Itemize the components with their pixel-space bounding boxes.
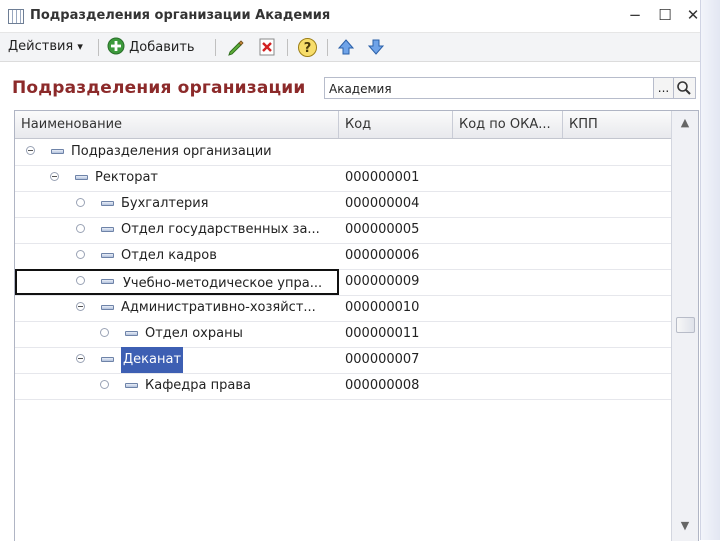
table-row[interactable]: Подразделения организации bbox=[15, 139, 671, 166]
catalog-icon bbox=[8, 9, 24, 24]
name-cell[interactable]: Отдел охраны bbox=[15, 321, 339, 347]
delete-button[interactable] bbox=[257, 37, 277, 57]
window-edge bbox=[700, 0, 720, 540]
svg-text:?: ? bbox=[304, 41, 312, 56]
departments-table: Наименование Код Код по ОКА... КПП Подра… bbox=[14, 110, 699, 541]
scroll-down-icon[interactable]: ▼ bbox=[678, 519, 692, 533]
arrow-down-icon bbox=[367, 39, 385, 55]
code-cell: 000000008 bbox=[345, 378, 420, 393]
organization-search-button[interactable] bbox=[674, 77, 696, 99]
department-name: Кафедра права bbox=[145, 378, 251, 393]
chevron-down-icon: ▾ bbox=[77, 40, 83, 53]
department-name: Подразделения организации bbox=[71, 144, 272, 159]
code-cell: 000000005 bbox=[345, 222, 420, 237]
window-title: Подразделения организации Академия bbox=[30, 8, 331, 23]
table-row[interactable]: Отдел охраны 000000011 bbox=[15, 321, 671, 348]
add-button[interactable]: Добавить bbox=[107, 37, 195, 57]
title-bar: Подразделения организации Академия − ☐ ✕ bbox=[0, 0, 700, 33]
code-cell: 000000001 bbox=[345, 170, 420, 185]
page-title: Подразделения организации bbox=[12, 78, 306, 98]
delete-icon bbox=[259, 38, 275, 56]
table-row[interactable]: Отдел государственных за... 000000005 bbox=[15, 217, 671, 244]
level-down-button[interactable] bbox=[366, 37, 386, 57]
minimize-button[interactable]: − bbox=[626, 6, 644, 24]
vertical-scrollbar[interactable]: ▲ ▼ bbox=[671, 111, 698, 541]
name-cell[interactable]: Отдел государственных за... bbox=[15, 217, 339, 243]
name-cell[interactable]: Учебно-методическое упра... bbox=[15, 269, 339, 295]
name-cell[interactable]: Ректорат bbox=[15, 165, 339, 191]
code-cell bbox=[345, 139, 455, 165]
organization-field[interactable]: Академия bbox=[324, 77, 654, 99]
code-cell: 000000011 bbox=[345, 326, 420, 341]
department-name: Учебно-методическое упра... bbox=[123, 276, 323, 291]
table-row[interactable]: Кафедра права 000000008 bbox=[15, 373, 671, 400]
code-cell: 000000007 bbox=[345, 352, 420, 367]
department-name: Административно-хозяйст... bbox=[121, 300, 316, 315]
toolbar-divider bbox=[327, 39, 328, 56]
table-row[interactable]: Бухгалтерия 000000004 bbox=[15, 191, 671, 218]
department-name: Деканат bbox=[121, 347, 184, 373]
column-header-kpp[interactable]: КПП bbox=[563, 111, 671, 138]
name-cell[interactable]: Деканат bbox=[15, 347, 339, 373]
add-icon bbox=[107, 37, 125, 55]
scroll-up-icon[interactable]: ▲ bbox=[678, 116, 692, 130]
name-cell[interactable]: Отдел кадров bbox=[15, 243, 339, 269]
code-cell: 000000010 bbox=[345, 300, 420, 315]
code-cell: 000000006 bbox=[345, 248, 420, 263]
help-button[interactable]: ? bbox=[297, 37, 317, 57]
toolbar: Действия ▾ Добавить ? bbox=[0, 33, 700, 62]
table-row[interactable]: Учебно-методическое упра... 000000009 bbox=[15, 269, 671, 296]
name-cell[interactable]: Кафедра права bbox=[15, 373, 339, 399]
department-name: Отдел кадров bbox=[121, 248, 217, 263]
department-name: Отдел охраны bbox=[145, 326, 243, 341]
department-name: Отдел государственных за... bbox=[121, 222, 320, 237]
catalog-window: Подразделения организации Академия − ☐ ✕… bbox=[0, 0, 700, 541]
name-cell[interactable]: Подразделения организации bbox=[15, 139, 339, 165]
toolbar-divider bbox=[98, 39, 99, 56]
actions-label: Действия bbox=[8, 39, 74, 54]
department-name: Ректорат bbox=[95, 170, 159, 185]
form-header: Подразделения организации Академия ... bbox=[0, 62, 700, 108]
actions-menu[interactable]: Действия ▾ bbox=[8, 37, 83, 57]
table-header: Наименование Код Код по ОКА... КПП bbox=[15, 111, 671, 139]
pencil-icon bbox=[228, 40, 244, 56]
table-row[interactable]: Административно-хозяйст... 000000010 bbox=[15, 295, 671, 322]
code-cell: 000000004 bbox=[345, 196, 420, 211]
name-cell[interactable]: Административно-хозяйст... bbox=[15, 295, 339, 321]
search-icon bbox=[677, 81, 691, 95]
code-cell: 000000009 bbox=[345, 274, 420, 289]
table-row[interactable]: Ректорат 000000001 bbox=[15, 165, 671, 192]
scrollbar-thumb[interactable] bbox=[676, 317, 695, 333]
name-cell[interactable]: Бухгалтерия bbox=[15, 191, 339, 217]
add-label: Добавить bbox=[129, 40, 195, 55]
department-name: Бухгалтерия bbox=[121, 196, 209, 211]
column-header-okato[interactable]: Код по ОКА... bbox=[453, 111, 563, 138]
edit-button[interactable] bbox=[226, 37, 246, 57]
column-header-name[interactable]: Наименование bbox=[15, 111, 339, 138]
toolbar-divider bbox=[215, 39, 216, 56]
maximize-button[interactable]: ☐ bbox=[656, 6, 674, 24]
toolbar-divider bbox=[287, 39, 288, 56]
column-header-code[interactable]: Код bbox=[339, 111, 453, 138]
table-row[interactable]: Деканат 000000007 bbox=[15, 347, 671, 374]
table-row[interactable]: Отдел кадров 000000006 bbox=[15, 243, 671, 270]
level-up-button[interactable] bbox=[336, 37, 356, 57]
organization-choose-button[interactable]: ... bbox=[654, 77, 674, 99]
arrow-up-icon bbox=[337, 39, 355, 55]
help-icon: ? bbox=[298, 38, 317, 57]
